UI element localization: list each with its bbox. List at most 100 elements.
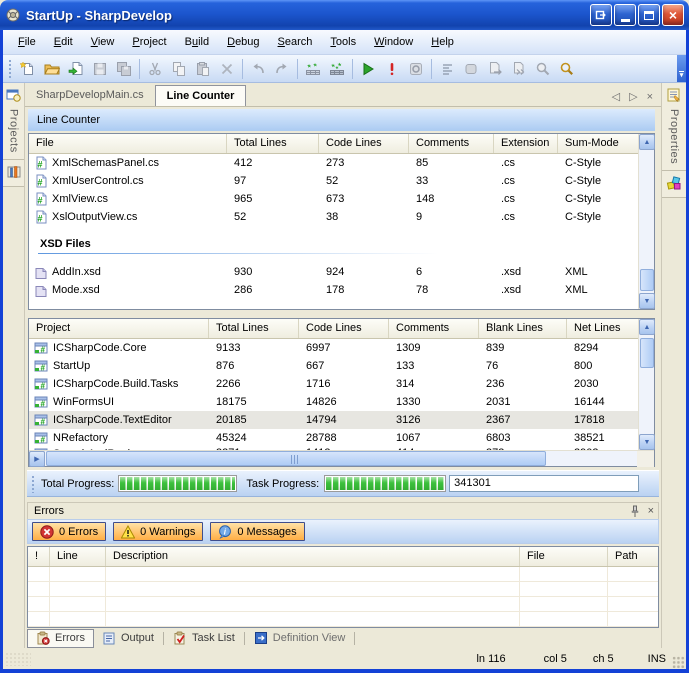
scrollbar-thumb[interactable] <box>640 338 654 368</box>
menu-debug[interactable]: Debug <box>218 32 268 52</box>
paste-icon[interactable] <box>191 57 215 81</box>
errors-filter-button[interactable]: 0 Errors <box>32 522 106 541</box>
column-header[interactable]: File <box>520 547 608 566</box>
column-header[interactable]: Code Lines <box>299 319 389 338</box>
toolbar-overflow-button[interactable]: ▾ <box>677 55 686 82</box>
menu-build[interactable]: Build <box>176 32 218 52</box>
maximize-button[interactable] <box>638 4 660 26</box>
column-header[interactable]: Comments <box>389 319 479 338</box>
record-icon[interactable] <box>404 57 428 81</box>
projects-table-scrollbar[interactable]: ▲ ▼ <box>638 319 654 450</box>
messages-filter-button[interactable]: i 0 Messages <box>210 522 304 541</box>
scroll-up-icon[interactable]: ▲ <box>639 319 655 335</box>
scroll-down-icon[interactable]: ▼ <box>639 434 655 450</box>
cut-icon[interactable] <box>143 57 167 81</box>
column-header[interactable]: Blank Lines <box>479 319 567 338</box>
save-as-icon[interactable] <box>64 57 88 81</box>
sidebar-item-toolbox[interactable] <box>662 171 686 198</box>
warnings-filter-button[interactable]: 0 Warnings <box>113 522 203 541</box>
scroll-up-icon[interactable]: ▲ <box>639 134 655 150</box>
menu-help[interactable]: Help <box>422 32 463 52</box>
tab-task-list[interactable]: Task List <box>165 629 243 648</box>
table-row[interactable]: AddIn.xsd 9309246.xsdXML <box>29 263 638 281</box>
tab-output[interactable]: Output <box>94 629 162 648</box>
shape-icon[interactable] <box>459 57 483 81</box>
column-header[interactable]: File <box>29 134 227 153</box>
undo-icon[interactable] <box>246 57 270 81</box>
page-last-icon[interactable] <box>507 57 531 81</box>
scrollbar-thumb[interactable] <box>640 269 654 291</box>
minimize-button[interactable] <box>614 4 636 26</box>
table-row[interactable]: #StartUp 87666713376800 <box>29 357 638 375</box>
column-header[interactable]: Line <box>50 547 106 566</box>
tab-scroll-right-icon[interactable]: ▷ <box>629 90 637 103</box>
column-header[interactable]: Total Lines <box>209 319 299 338</box>
scroll-right-icon[interactable]: ▶ <box>29 451 45 467</box>
table-row-selected[interactable]: #ICSharpCode.TextEditor 2018514794312623… <box>29 411 638 429</box>
search-in-files-icon[interactable] <box>531 57 555 81</box>
menu-file[interactable]: File <box>9 32 45 52</box>
save-icon[interactable] <box>88 57 112 81</box>
tab-scroll-left-icon[interactable]: ◁ <box>612 90 620 103</box>
new-file-icon[interactable] <box>16 57 40 81</box>
debug-icon[interactable] <box>380 57 404 81</box>
redo-icon[interactable] <box>270 57 294 81</box>
menu-edit[interactable]: Edit <box>45 32 82 52</box>
column-header[interactable]: Description <box>106 547 520 566</box>
table-row[interactable]: #ICSharpCode.Core 9133699713098398294 <box>29 339 638 357</box>
sidebar-item-tools[interactable] <box>3 160 24 187</box>
progress-strip-grip[interactable] <box>31 475 36 493</box>
column-header[interactable]: Comments <box>409 134 494 153</box>
find-icon[interactable] <box>555 57 579 81</box>
menu-tools[interactable]: Tools <box>321 32 365 52</box>
menu-window[interactable]: Window <box>365 32 422 52</box>
table-row[interactable]: #ICSharpCode.Build.Tasks 226617163142362… <box>29 375 638 393</box>
save-all-icon[interactable] <box>112 57 136 81</box>
table-row[interactable]: #XmlSchemasPanel.cs 41227385.csC-Style <box>29 154 638 172</box>
build-icon[interactable] <box>301 57 325 81</box>
tab-definition-view[interactable]: Definition View <box>246 629 354 648</box>
close-panel-icon[interactable]: × <box>648 505 654 517</box>
table-row[interactable]: #XslOutputView.cs 52389.csC-Style <box>29 208 638 226</box>
files-table-scrollbar[interactable]: ▲ ▼ <box>638 134 654 309</box>
menu-project[interactable]: Project <box>123 32 175 52</box>
menu-view[interactable]: View <box>82 32 124 52</box>
build-all-icon[interactable] <box>325 57 349 81</box>
toolbar-grip[interactable] <box>8 59 13 79</box>
tab-line-counter[interactable]: Line Counter <box>155 85 247 106</box>
tab-sharpdevelopmain[interactable]: SharpDevelopMain.cs <box>25 85 155 106</box>
column-header[interactable]: Path <box>608 547 658 566</box>
table-row[interactable]: #XmlUserControl.cs 975233.csC-Style <box>29 172 638 190</box>
scrollbar-thumb[interactable] <box>46 451 546 466</box>
column-header[interactable]: Code Lines <box>319 134 409 153</box>
list-icon[interactable] <box>435 57 459 81</box>
errors-panel-titlebar[interactable]: Errors × <box>27 502 659 519</box>
column-header[interactable]: Total Lines <box>227 134 319 153</box>
close-button[interactable]: × <box>662 4 684 26</box>
column-header[interactable]: ! <box>28 547 50 566</box>
tab-errors[interactable]: Errors <box>27 629 94 648</box>
column-header[interactable]: Net Lines <box>567 319 638 338</box>
table-row[interactable]: #NRefactory 45324287881067680338521 <box>29 429 638 447</box>
column-header[interactable]: Sum-Mode <box>558 134 638 153</box>
copy-icon[interactable] <box>167 57 191 81</box>
menu-search[interactable]: Search <box>269 32 322 52</box>
column-header[interactable]: Project <box>29 319 209 338</box>
delete-icon[interactable] <box>215 57 239 81</box>
sidebar-item-properties[interactable]: Properties <box>662 83 686 171</box>
table-row[interactable]: #WinFormsUI 18175148261330203116144 <box>29 393 638 411</box>
scroll-down-icon[interactable]: ▼ <box>639 293 655 309</box>
toolwindow-button[interactable] <box>590 4 612 26</box>
table-row[interactable]: Mode.xsd 28617878.xsdXML <box>29 281 638 299</box>
horizontal-scrollbar[interactable]: ◀ ▶ <box>29 450 654 466</box>
title-bar[interactable]: StartUp - SharpDevelop × <box>0 0 689 30</box>
table-row[interactable]: #XmlView.cs 965673148.csC-Style <box>29 190 638 208</box>
open-folder-icon[interactable] <box>40 57 64 81</box>
column-header[interactable]: Extension <box>494 134 558 153</box>
resize-grip[interactable] <box>672 656 685 669</box>
page-next-icon[interactable] <box>483 57 507 81</box>
tab-close-icon[interactable]: × <box>647 91 653 103</box>
pin-icon[interactable] <box>629 505 641 518</box>
sidebar-item-projects[interactable]: Projects <box>3 83 24 160</box>
run-icon[interactable] <box>356 57 380 81</box>
